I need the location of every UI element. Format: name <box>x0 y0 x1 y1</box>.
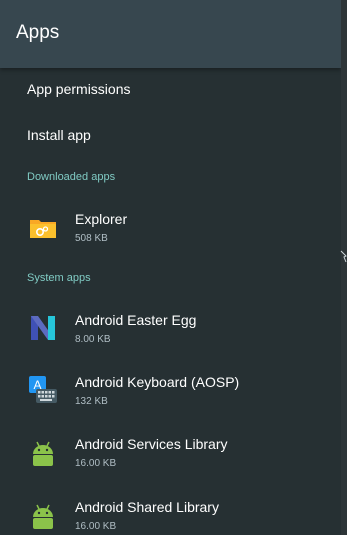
explorer-icon <box>27 212 59 244</box>
page-title: Apps <box>16 22 60 43</box>
app-name: Explorer <box>75 211 128 227</box>
app-size: 132 KB <box>75 396 108 407</box>
section-header-system: System apps <box>27 272 91 284</box>
section-header-downloaded: Downloaded apps <box>27 171 116 183</box>
list-item-shared-library[interactable]: Android Shared Library 16.00 KB <box>0 490 341 535</box>
app-size: 508 KB <box>75 233 108 244</box>
app-size: 8.00 KB <box>75 334 111 345</box>
install-app-item[interactable]: Install app <box>0 112 341 154</box>
list-item-easter-egg[interactable]: Android Easter Egg 8.00 KB <box>0 303 341 359</box>
list-item-keyboard[interactable]: A Android Keyboard (AOSP) 132 KB <box>0 365 341 421</box>
app-name: Android Services Library <box>75 436 228 452</box>
app-name: Android Easter Egg <box>75 312 197 328</box>
app-size: 16.00 KB <box>75 521 117 532</box>
keyboard-icon: A <box>27 374 59 406</box>
android-icon <box>27 438 59 470</box>
app-bar: Apps <box>0 0 341 68</box>
list-item-explorer[interactable]: Explorer 508 KB <box>0 202 341 258</box>
app-permissions-item[interactable]: App permissions <box>0 68 341 110</box>
settings-panel: Apps App permissions Install app Downloa… <box>0 0 341 535</box>
install-app-label: Install app <box>27 127 91 143</box>
android-icon <box>27 501 59 533</box>
app-name: Android Shared Library <box>75 499 219 515</box>
app-permissions-label: App permissions <box>27 81 131 97</box>
list-item-services-library[interactable]: Android Services Library 16.00 KB <box>0 427 341 483</box>
nougat-icon <box>27 312 59 344</box>
app-name: Android Keyboard (AOSP) <box>75 374 240 390</box>
app-size: 16.00 KB <box>75 458 117 469</box>
mouse-cursor-icon <box>340 250 347 269</box>
